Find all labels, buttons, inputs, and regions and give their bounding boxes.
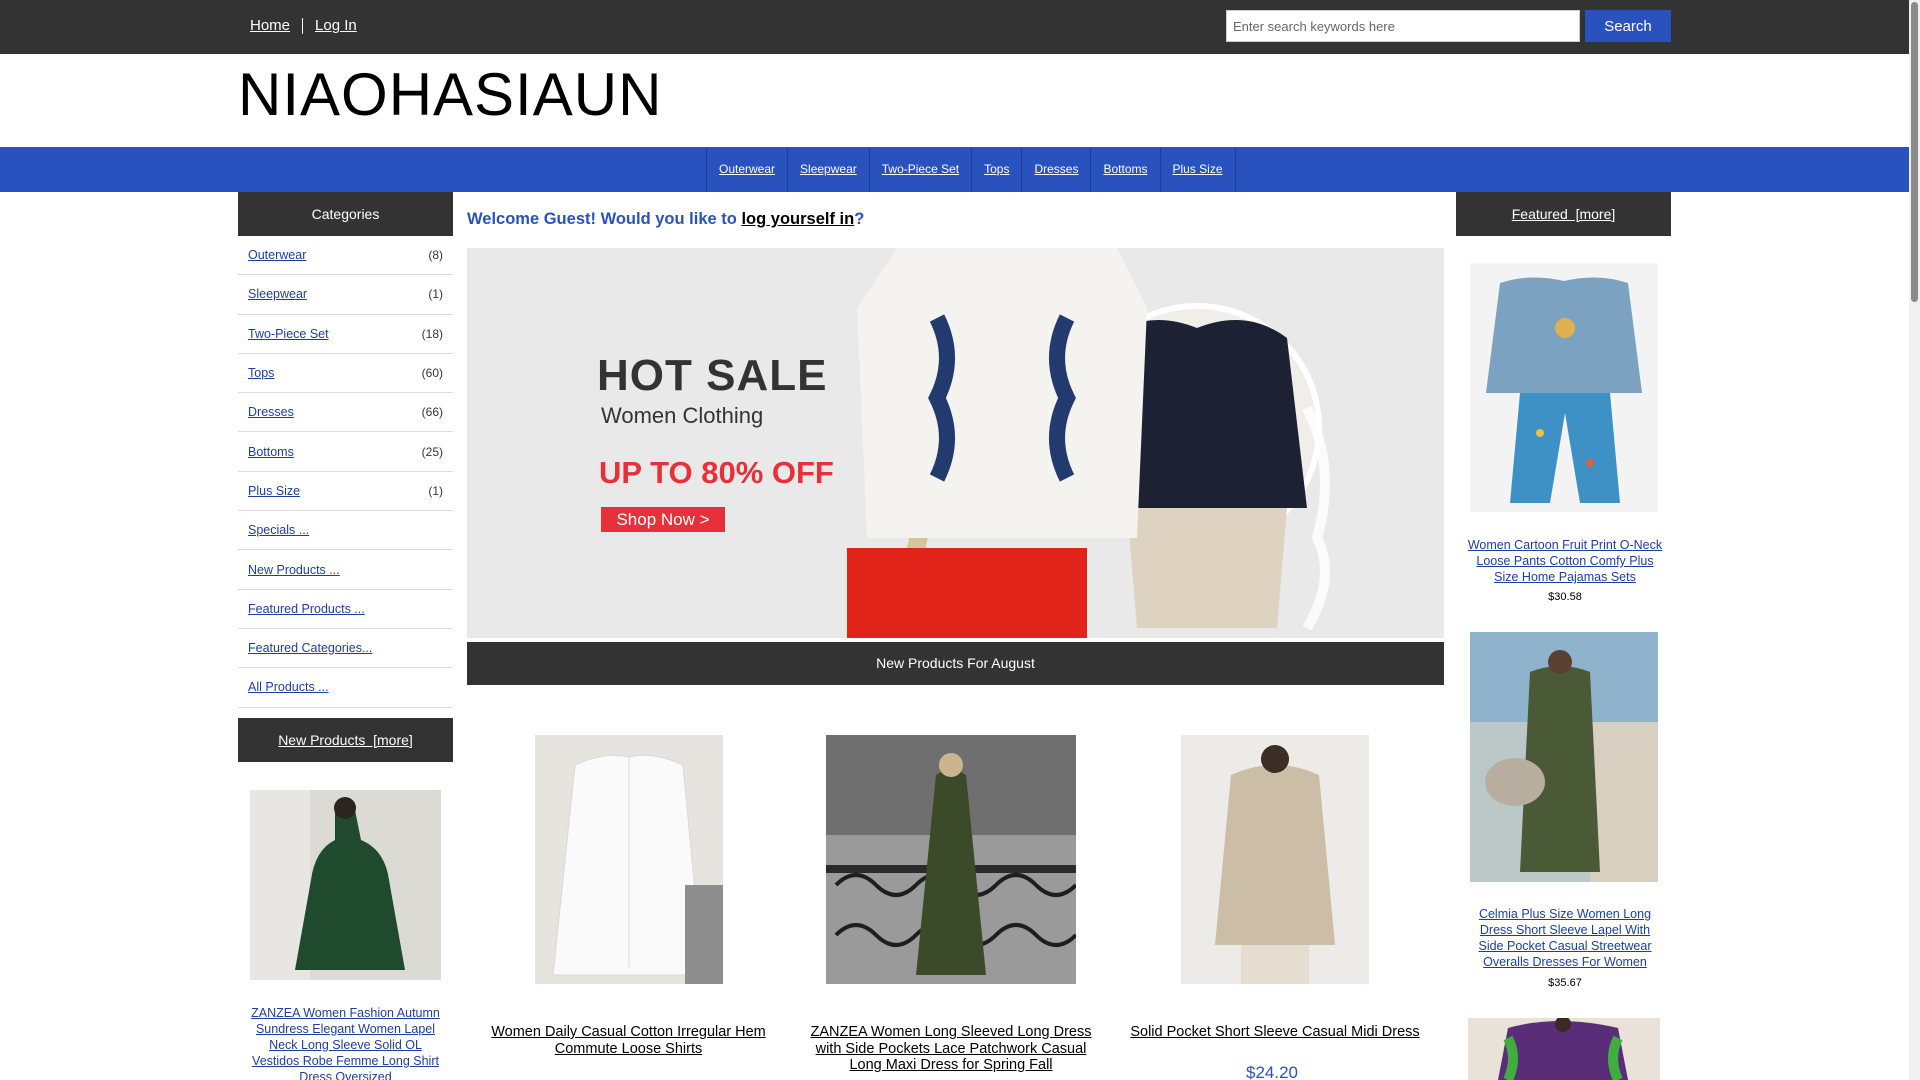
nav-dresses[interactable]: Dresses	[1022, 147, 1092, 192]
product-image[interactable]	[1181, 735, 1369, 984]
search-input[interactable]	[1226, 10, 1580, 42]
product-title[interactable]: Women Daily Casual Cotton Irregular Hem …	[487, 1024, 770, 1057]
login-link[interactable]: Log In	[315, 17, 357, 34]
featured-title[interactable]: Celmia Plus Size Women Long Dress Short …	[1467, 906, 1663, 970]
categories-header: Categories	[238, 192, 453, 236]
all-products-link[interactable]: All Products ...	[248, 680, 329, 694]
list-item: Bottoms (25)	[238, 432, 453, 472]
login-inline-link[interactable]: log yourself in	[741, 210, 854, 228]
nav-two-piece-set[interactable]: Two-Piece Set	[870, 147, 973, 192]
specials-link[interactable]: Specials ...	[248, 523, 309, 537]
list-item: Plus Size (1)	[238, 472, 453, 512]
category-link[interactable]: Sleepwear	[248, 287, 307, 301]
new-product-title[interactable]: ZANZEA Women Fashion Autumn Sundress Ele…	[248, 1005, 443, 1080]
category-count: (25)	[421, 444, 443, 459]
featured-header: Featured [more]	[1456, 192, 1671, 236]
category-link[interactable]: Plus Size	[248, 484, 300, 498]
new-products-bar: New Products For August	[467, 642, 1444, 685]
list-item: Dresses (66)	[238, 393, 453, 433]
category-count: (1)	[428, 287, 443, 302]
category-count: (18)	[421, 326, 443, 341]
product-link[interactable]: Solid Pocket Short Sleeve Casual Midi Dr…	[1130, 1024, 1419, 1040]
new-product-image[interactable]	[250, 790, 441, 980]
list-item: Two-Piece Set (18)	[238, 315, 453, 354]
new-products-more-link[interactable]: New Products [more]	[278, 732, 413, 748]
product-link[interactable]: Women Daily Casual Cotton Irregular Hem …	[491, 1024, 766, 1057]
featured-title[interactable]: Women Cartoon Fruit Print O-Neck Loose P…	[1467, 537, 1663, 585]
category-link[interactable]: Outerwear	[248, 248, 306, 262]
list-item: Featured Categories...	[238, 629, 453, 669]
category-nav-bar: Outerwear Sleepwear Two-Piece Set Tops D…	[0, 147, 1909, 192]
featured-price: $35.67	[1548, 977, 1582, 989]
featured-image[interactable]	[1468, 1018, 1660, 1080]
home-link[interactable]: Home	[250, 17, 290, 34]
product-price: $24.20	[1246, 1063, 1298, 1080]
hot-sale-banner[interactable]: HOT SALE Women Clothing UP TO 80% OFF Sh…	[467, 248, 1444, 638]
shop-now-button[interactable]: Shop Now >	[601, 507, 725, 532]
category-count: (1)	[428, 483, 443, 498]
category-count: (66)	[421, 405, 443, 420]
list-item: Sleepwear (1)	[238, 275, 453, 315]
category-nav: Outerwear Sleepwear Two-Piece Set Tops D…	[706, 147, 1236, 192]
nav-bottoms[interactable]: Bottoms	[1091, 147, 1161, 192]
product-title[interactable]: Solid Pocket Short Sleeve Casual Midi Dr…	[1123, 1024, 1427, 1041]
product-title[interactable]: ZANZEA Women Long Sleeved Long Dress wit…	[802, 1024, 1100, 1074]
nav-outerwear[interactable]: Outerwear	[707, 147, 789, 192]
category-link[interactable]: Bottoms	[248, 445, 294, 459]
featured-image[interactable]	[1470, 632, 1658, 882]
banner-discount: UP TO 80% OFF	[599, 455, 834, 490]
list-item: All Products ...	[238, 668, 453, 708]
list-item: Tops (60)	[238, 354, 453, 394]
categories-list: Outerwear (8) Sleepwear (1) Two-Piece Set (…	[238, 236, 453, 708]
welcome-message: Welcome Guest! Would you like to log you…	[467, 210, 864, 229]
banner-hot-sale: HOT SALE	[597, 351, 828, 400]
featured-image[interactable]	[1470, 263, 1658, 512]
featured-link[interactable]: Celmia Plus Size Women Long Dress Short …	[1478, 907, 1651, 969]
nav-tops[interactable]: Tops	[972, 147, 1023, 192]
search-button[interactable]: Search	[1585, 10, 1671, 42]
featured-categories-link[interactable]: Featured Categories...	[248, 641, 372, 655]
list-item: Outerwear (8)	[238, 236, 453, 276]
category-link[interactable]: Tops	[248, 366, 274, 380]
featured-products-link[interactable]: Featured Products ...	[248, 602, 365, 616]
list-item: Featured Products ...	[238, 590, 453, 629]
category-link[interactable]: Dresses	[248, 405, 294, 419]
new-products-header: New Products [more]	[238, 718, 453, 762]
product-image[interactable]	[535, 735, 723, 984]
new-products-link[interactable]: New Products ...	[248, 563, 340, 577]
featured-link[interactable]: Women Cartoon Fruit Print O-Neck Loose P…	[1468, 538, 1662, 584]
nav-sleepwear[interactable]: Sleepwear	[788, 147, 870, 192]
list-item: Specials ...	[238, 511, 453, 551]
nav-divider	[302, 18, 304, 35]
category-count: (60)	[421, 366, 443, 381]
category-count: (8)	[428, 248, 443, 263]
product-image[interactable]	[826, 735, 1076, 984]
top-nav: Home Log In	[250, 17, 357, 35]
welcome-suffix: ?	[854, 210, 865, 228]
list-item: New Products ...	[238, 550, 453, 590]
nav-plus-size[interactable]: Plus Size	[1161, 147, 1236, 192]
banner-subtitle: Women Clothing	[601, 403, 764, 428]
welcome-text: Welcome Guest! Would you like to	[467, 210, 742, 228]
site-logo[interactable]: NIAOHASIAUN	[238, 60, 662, 129]
featured-price: $30.58	[1548, 591, 1582, 603]
featured-more-link[interactable]: Featured [more]	[1512, 206, 1616, 222]
new-product-link[interactable]: ZANZEA Women Fashion Autumn Sundress Ele…	[251, 1006, 440, 1080]
scrollbar-thumb[interactable]	[1911, 2, 1918, 302]
product-link[interactable]: ZANZEA Women Long Sleeved Long Dress wit…	[810, 1024, 1091, 1073]
category-link[interactable]: Two-Piece Set	[248, 327, 329, 341]
